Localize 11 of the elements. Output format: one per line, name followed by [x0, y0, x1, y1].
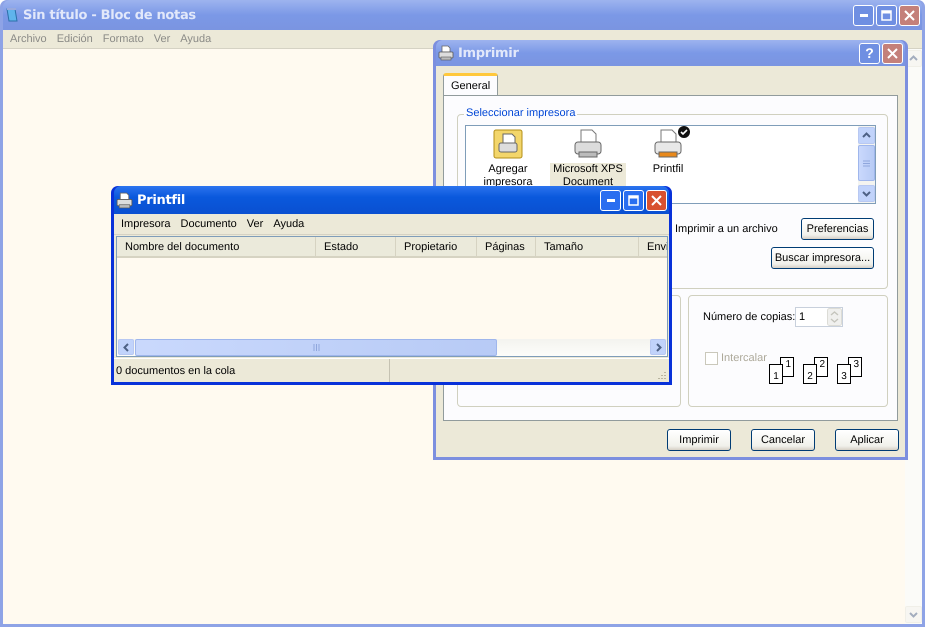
print-to-file-label: Imprimir a un archivo	[675, 223, 778, 235]
page-sheet: 3	[837, 364, 851, 384]
dialog-title: Imprimir	[458, 46, 520, 60]
page-sheet: 2	[803, 364, 817, 384]
copies-label: Número de copias:	[703, 311, 796, 323]
window-title: Sin título - Bloc de notas	[23, 8, 197, 22]
collate-label: Intercalar	[721, 352, 767, 364]
page-sheet: 1	[769, 364, 783, 384]
status-text: 0 documentos en la cola	[114, 359, 390, 382]
group-title: Seleccionar impresora	[464, 107, 578, 119]
window-title: Printfil	[137, 192, 186, 208]
